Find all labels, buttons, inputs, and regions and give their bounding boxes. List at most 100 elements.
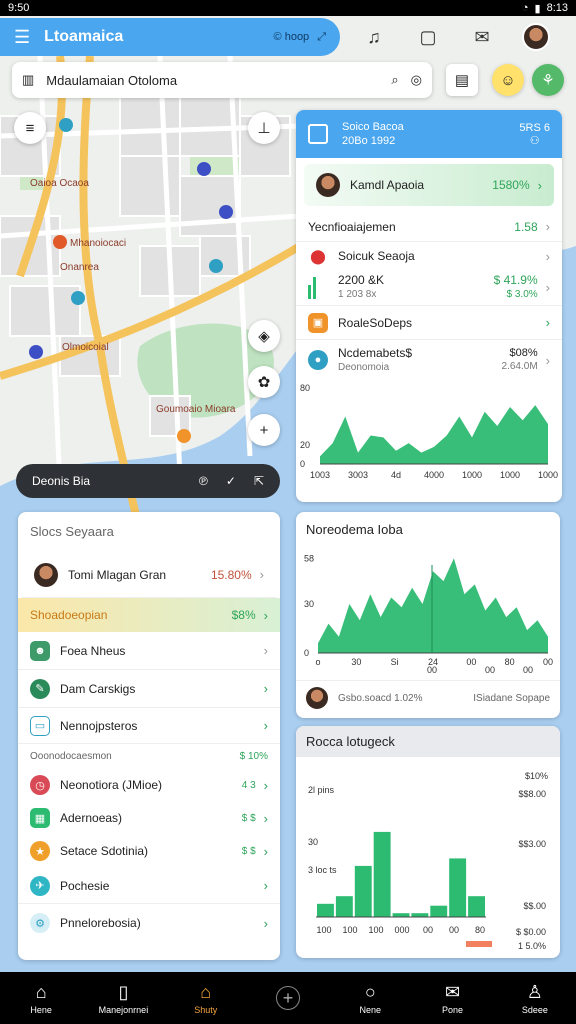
list-item[interactable]: 2200 &K 1 203 8x $ 41.9% $ 3.0% › — [296, 270, 562, 306]
right-value: $$8.00 — [518, 789, 546, 799]
chevron-right-icon: › — [263, 681, 268, 696]
person-icon[interactable]: ⚇ — [530, 134, 540, 147]
x-tick-label: 00 — [543, 657, 553, 667]
list-item[interactable]: ● Ncdemabets$ Deonomoia $08% 2.64.0M › — [296, 340, 562, 380]
nav-add[interactable]: + — [256, 986, 320, 1010]
notification-icon[interactable]: ✉ — [468, 23, 496, 51]
y-tick-label: 20 — [300, 440, 310, 450]
x-tick-label: 1000 — [538, 470, 558, 480]
map-toolbar: Deonis Bia ℗ ✓ ⇱ — [16, 464, 280, 498]
map-label: Olmoicoial — [62, 342, 109, 353]
compass-icon[interactable]: ⊥ — [248, 112, 280, 144]
list-item[interactable]: ✎ Dam Carskigs › — [18, 670, 280, 708]
share-button[interactable]: ⚘ — [532, 64, 564, 96]
clipboard-icon[interactable]: ▢ — [414, 23, 442, 51]
row-value-2: 2.64.0M — [501, 361, 538, 372]
x-tick-label: 80 — [505, 657, 515, 667]
map-label: Oaioa Ocaoa — [30, 178, 89, 189]
highlight-row[interactable]: Kamdl Apaoia 1580% › — [304, 164, 554, 206]
x-tick-label: 100 — [316, 925, 331, 935]
check-icon[interactable]: ✓ — [226, 474, 236, 488]
list-item[interactable]: ▦ Adernoeas) $ $ › — [18, 802, 280, 834]
stats-panel-header: Soico Bacoa 20Bo 1992 5RS 6 ⚇ — [296, 110, 562, 158]
search-icon[interactable]: ⌕ — [391, 72, 398, 88]
footer-percent: 1 5.0% — [518, 941, 546, 951]
row-label: RoaleSoDeps — [338, 315, 413, 330]
nav-profile[interactable]: ♙ Sdeee — [503, 982, 567, 1015]
status-time: 9:50 — [8, 2, 30, 14]
row-sub: 1 203 8x — [338, 289, 377, 300]
x-tick-label: 80 — [475, 925, 485, 935]
box-icon: ▣ — [308, 312, 328, 333]
search-bar[interactable]: ▥ Mdaulamaian Otoloma ⌕ ◎ — [12, 62, 432, 98]
list-item-highlight[interactable]: Shoadoeopian $8% › — [18, 598, 280, 632]
chevron-right-icon: › — [545, 219, 550, 234]
list-item[interactable]: ▣ RoaleSoDeps › — [296, 306, 562, 340]
y-tick-label: 0 — [304, 648, 309, 658]
x-tick-label: 100 — [342, 925, 357, 935]
left-label: 30 — [308, 837, 318, 847]
layers-button[interactable]: ▤ — [446, 64, 478, 96]
header-chip[interactable]: © hoop ⤢ — [274, 31, 326, 44]
emoji-button[interactable]: ☺ — [492, 64, 524, 96]
location-icon[interactable]: ◈ — [248, 320, 280, 352]
route-icon[interactable]: ⇱ — [254, 474, 264, 488]
footer-left-text: Gsbo.soacd 1.02% — [338, 692, 423, 704]
nav-home[interactable]: ⌂ Hene — [9, 982, 73, 1015]
list-item[interactable]: Tomi Mlagan Gran 15.80% › — [22, 552, 276, 598]
pin-icon[interactable]: ✿ — [248, 366, 280, 398]
list-item[interactable]: ⬤ Soicuk Seaoja › — [296, 242, 562, 270]
list-item[interactable]: ▭ Nennojpsteros › — [18, 708, 280, 744]
app-bar: ☰ Ltoamaica © hoop ⤢ — [0, 18, 340, 56]
list-item[interactable]: ☻ Foea Nheus › — [18, 632, 280, 670]
plus-icon: + — [275, 986, 300, 1010]
nav-management[interactable]: ▯ Manejonrnei — [91, 982, 155, 1015]
menu-icon[interactable]: ☰ — [14, 27, 30, 48]
list-icon[interactable]: ≡ — [14, 112, 46, 144]
bar — [392, 913, 410, 917]
pin-tool-icon[interactable]: ℗ — [199, 474, 208, 488]
square-icon — [308, 124, 328, 144]
x-tick-label: 000 — [394, 925, 409, 935]
expand-icon: ⤢ — [317, 30, 326, 43]
stats-panel: Soico Bacoa 20Bo 1992 5RS 6 ⚇ Kamdl Apao… — [296, 110, 562, 502]
x-tick-label: 00 — [423, 925, 433, 935]
status-bar: 9:50 ◔ ▮ 8:13 — [0, 0, 576, 16]
bell-icon[interactable]: ♫ — [360, 23, 388, 51]
wifi-icon: ◔ — [521, 2, 529, 14]
list-item[interactable]: ✈ Pochesie › — [18, 868, 280, 904]
list-card-title: Slocs Seyaara — [30, 524, 114, 539]
chevron-right-icon: › — [545, 315, 550, 330]
nav-circle[interactable]: ○ Nene — [338, 982, 402, 1015]
mic-icon[interactable]: ◎ — [411, 72, 422, 88]
row-value: $8% — [231, 608, 256, 622]
x-tick-label: 00 — [449, 925, 459, 935]
row-label: Dam Carskigs — [60, 681, 136, 696]
search-input[interactable]: Mdaulamaian Otoloma — [46, 73, 379, 88]
list-item[interactable]: Yecnfioaiajemen 1.58 › — [296, 212, 562, 242]
nav-mail[interactable]: ✉ Pone — [421, 982, 485, 1015]
store-icon: ⌂ — [200, 981, 212, 1002]
list-item[interactable]: ★ Setace Sdotinia) $ $ › — [18, 834, 280, 868]
row-label: Yecnfioaiajemen — [308, 219, 396, 234]
nav-store[interactable]: ⌂ Shuty — [174, 982, 238, 1015]
zoom-icon[interactable]: + — [248, 414, 280, 446]
list-item[interactable]: ⚙ Pnnelorebosia) › — [18, 904, 280, 942]
circle-icon: ○ — [364, 981, 376, 1002]
trend-card: Noreodema Ioba 58 30 0 o 30 Si 24 00 80 00 00 00 00 … — [296, 512, 560, 718]
x-tick-label: o — [315, 657, 320, 667]
card-icon: ▭ — [30, 715, 50, 736]
star-icon: ★ — [30, 841, 50, 861]
row-label: Pochesie — [60, 878, 110, 893]
chevron-right-icon: › — [263, 915, 268, 931]
top-value: $10% — [525, 771, 548, 781]
nav-label: Hene — [30, 1004, 52, 1015]
list-item[interactable]: ◷ Neonotiora (JMioe) 4 3 › — [18, 768, 280, 802]
y-tick-label: 80 — [300, 383, 310, 393]
chevron-right-icon: › — [263, 878, 268, 893]
x-tick-label: 3003 — [348, 470, 368, 480]
x-tick-label-2: 00 — [485, 665, 495, 675]
row-label: Foea Nheus — [60, 643, 126, 658]
avatar[interactable] — [522, 23, 550, 51]
status-time-right: 8:13 — [546, 2, 568, 14]
